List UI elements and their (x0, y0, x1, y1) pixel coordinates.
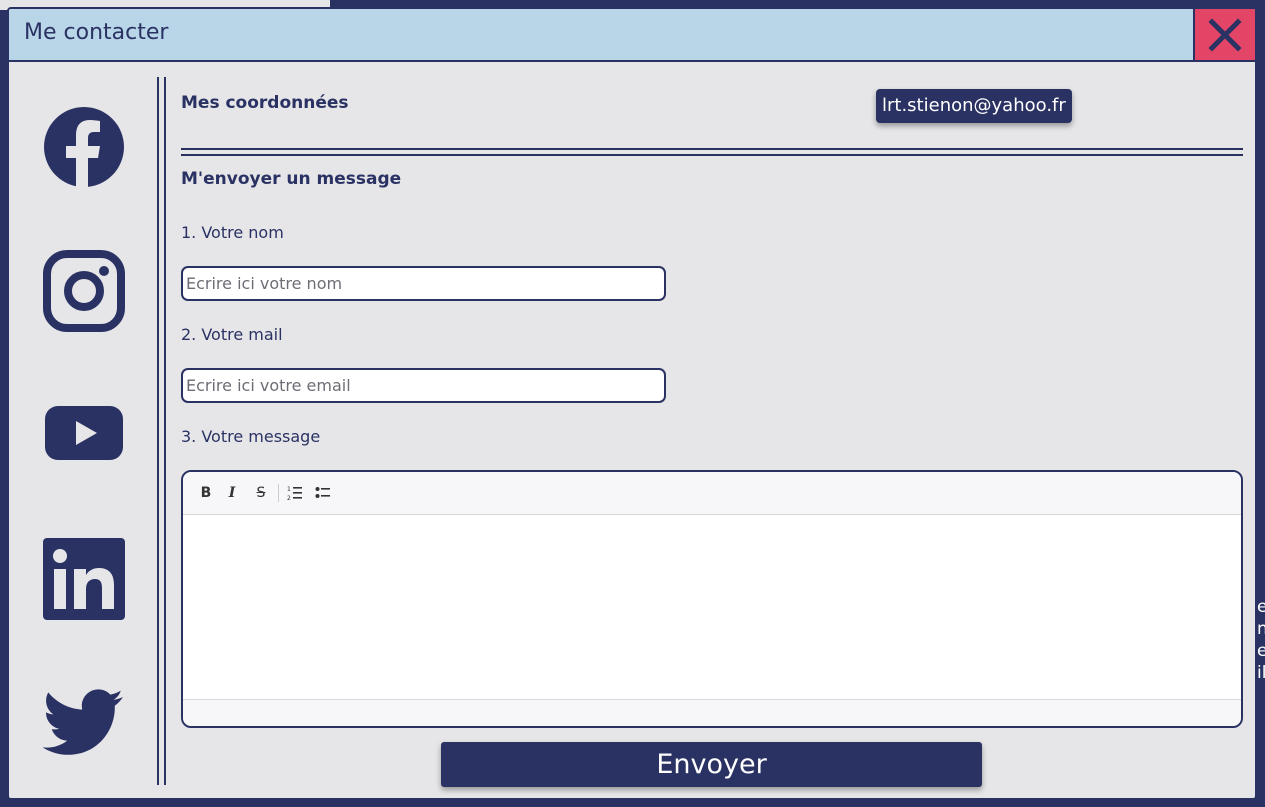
svg-text:1: 1 (287, 486, 291, 493)
editor-statusbar (183, 699, 1241, 726)
social-links (9, 62, 157, 798)
twitter-icon[interactable] (43, 682, 125, 764)
name-input[interactable] (181, 266, 666, 301)
facebook-icon[interactable] (43, 106, 125, 188)
toolbar-separator (278, 484, 279, 502)
contact-modal: Me contacter Mes coordonnées lrt.stienon… (7, 7, 1257, 800)
italic-button[interactable]: I (225, 484, 239, 502)
ordered-list-icon[interactable]: 1 2 (287, 484, 303, 502)
close-icon (1208, 17, 1242, 52)
send-button[interactable]: Envoyer (441, 742, 982, 787)
bold-button[interactable]: B (199, 484, 213, 502)
message-label: 3. Votre message (181, 427, 321, 446)
column-divider (157, 77, 159, 785)
svg-text:2: 2 (287, 495, 291, 502)
bullet-list-icon[interactable] (315, 484, 331, 502)
email-label: 2. Votre mail (181, 325, 283, 344)
column-divider (164, 77, 166, 785)
youtube-icon[interactable] (43, 392, 125, 474)
strikethrough-button[interactable]: S (254, 484, 268, 502)
message-textarea[interactable] (183, 515, 1241, 700)
section-divider (181, 154, 1243, 156)
section-divider (181, 148, 1243, 150)
message-editor: B I S 1 2 (181, 470, 1243, 728)
editor-toolbar: B I S 1 2 (183, 472, 1241, 515)
name-label: 1. Votre nom (181, 223, 284, 242)
contact-heading: Mes coordonnées (181, 93, 349, 113)
email-badge[interactable]: lrt.stienon@yahoo.fr (876, 89, 1072, 123)
modal-title: Me contacter (24, 20, 169, 45)
instagram-icon[interactable] (43, 250, 125, 332)
close-button[interactable] (1193, 9, 1255, 60)
modal-titlebar: Me contacter (9, 9, 1255, 62)
linkedin-icon[interactable] (43, 538, 125, 620)
background-text: e n e il (1257, 597, 1265, 683)
message-heading: M'envoyer un message (181, 169, 402, 189)
email-input[interactable] (181, 368, 666, 403)
